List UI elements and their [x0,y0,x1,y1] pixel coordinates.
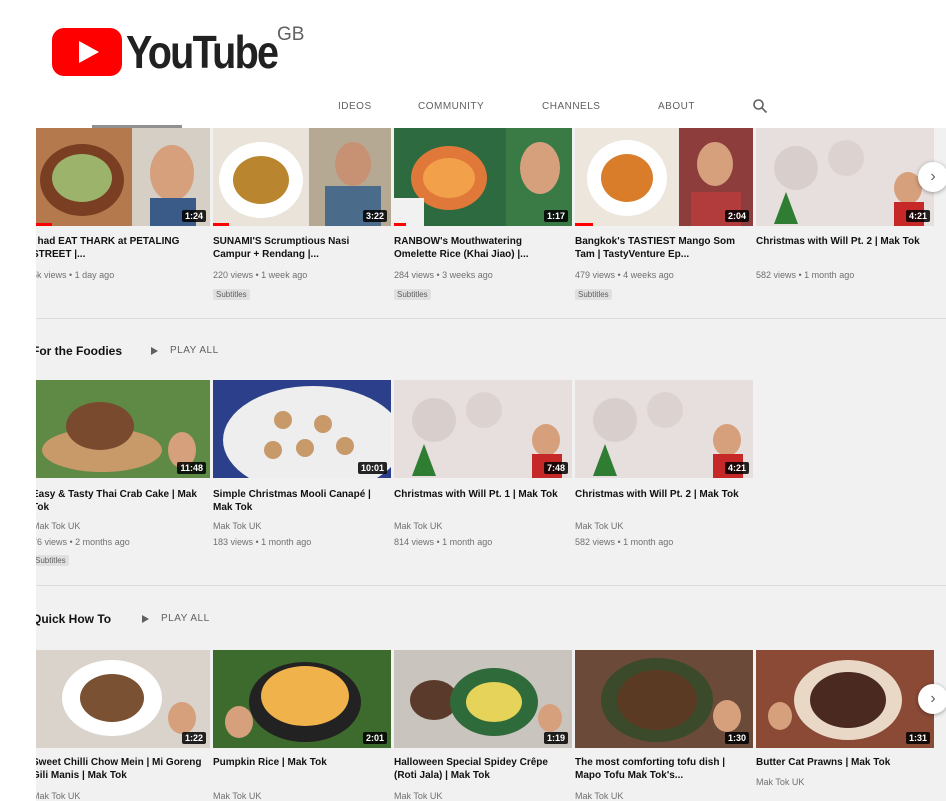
video-channel: Mak Tok UK [575,791,624,801]
video-channel: Mak Tok UK [213,521,262,531]
video-title[interactable]: Butter Cat Prawns | Mak Tok [756,756,928,769]
video-duration: 1:17 [543,210,568,222]
watch-progress-bar [394,223,406,226]
shelf-title[interactable]: For the Foodies [36,344,122,358]
video-title[interactable]: Sweet Chilli Chow Mein | Mi Goreng Gili … [36,756,204,782]
video-title[interactable]: Pumpkin Rice | Mak Tok [213,756,385,769]
video-thumbnail[interactable]: 2:04 [575,128,753,226]
chevron-right-icon: › [930,690,936,707]
video-channel: Mak Tok UK [213,791,262,801]
youtube-channel-page: YouTube GB IDEOS COMMUNITY CHANNELS ABOU… [0,0,946,801]
video-channel: Mak Tok UK [36,521,81,531]
chevron-right-icon: › [930,168,936,185]
video-thumbnail[interactable]: 7:48 [394,380,572,478]
video-meta: 479 views • 4 weeks ago [575,270,674,280]
shelf-title[interactable]: Quick How To [36,612,111,626]
video-title[interactable]: Simple Christmas Mooli Canapé | Mak Tok [213,488,385,514]
video-thumbnail[interactable]: 1:31 [756,650,934,748]
play-all-button[interactable]: PLAY ALL [142,613,210,624]
video-thumbnail[interactable]: 4:21 [575,380,753,478]
video-channel: Mak Tok UK [756,777,805,787]
search-icon[interactable] [752,98,768,114]
video-duration: 1:30 [724,732,749,744]
video-channel: Mak Tok UK [394,521,443,531]
video-thumbnail[interactable]: 3:22 [213,128,391,226]
video-title[interactable]: Christmas with Will Pt. 1 | Mak Tok [394,488,566,501]
country-code: GB [277,24,305,45]
watch-progress-bar [36,223,52,226]
play-icon [142,614,149,623]
video-duration: 2:01 [362,732,387,744]
video-thumbnail[interactable]: 1:17 [394,128,572,226]
video-title[interactable]: Bangkok's TASTIEST Mango Som Tam | Tasty… [575,235,747,261]
video-title[interactable]: SUNAMI'S Scrumptious Nasi Campur + Renda… [213,235,385,261]
watch-progress-bar [213,223,229,226]
video-duration: 3:22 [362,210,387,222]
video-duration: 1:24 [181,210,206,222]
play-icon [151,346,158,355]
video-thumbnail[interactable]: 4:21 [756,128,934,226]
video-meta: 582 views • 1 month ago [756,270,855,280]
tab-channels[interactable]: CHANNELS [542,101,600,112]
video-title[interactable]: Christmas with Will Pt. 2 | Mak Tok [575,488,747,501]
video-title[interactable]: Christmas with Will Pt. 2 | Mak Tok [756,235,928,248]
video-duration: 2:04 [724,210,749,222]
play-all-button[interactable]: PLAY ALL [151,345,219,356]
video-meta: 5k views • 1 day ago [36,270,115,280]
channel-content: IDEOS COMMUNITY CHANNELS ABOUT 1:24 I ha… [36,88,946,801]
video-duration: 1:31 [905,732,930,744]
video-meta: 76 views • 2 months ago [36,537,130,547]
watch-progress-bar [575,223,593,226]
subtitles-badge: Subtitles [36,555,69,566]
video-meta: 582 views • 1 month ago [575,537,674,547]
video-duration: 11:48 [177,462,206,474]
video-thumbnail[interactable]: 1:22 [36,650,210,748]
video-meta: 220 views • 1 week ago [213,270,308,280]
video-channel: Mak Tok UK [36,791,81,801]
subtitles-badge: Subtitles [575,289,612,300]
video-thumbnail[interactable]: 1:19 [394,650,572,748]
video-thumbnail[interactable]: 11:48 [36,380,210,478]
play-all-label: PLAY ALL [170,345,219,356]
video-title[interactable]: The most comforting tofu dish | Mapo Tof… [575,756,747,782]
shelf-divider [36,585,946,586]
subtitles-badge: Subtitles [213,289,250,300]
video-meta: 284 views • 3 weeks ago [394,270,493,280]
tab-videos[interactable]: IDEOS [338,101,372,112]
video-thumbnail[interactable]: 2:01 [213,650,391,748]
video-thumbnail[interactable]: 1:30 [575,650,753,748]
video-thumbnail[interactable]: 1:24 [36,128,210,226]
video-title[interactable]: Easy & Tasty Thai Crab Cake | Mak Tok [36,488,204,514]
video-title[interactable]: I had EAT THARK at PETALING STREET |... [36,235,204,261]
video-channel: Mak Tok UK [575,521,624,531]
youtube-logo[interactable]: YouTube GB [52,22,305,82]
video-meta: 814 views • 1 month ago [394,537,493,547]
video-thumbnail[interactable]: 10:01 [213,380,391,478]
video-title[interactable]: Halloween Special Spidey Crêpe (Roti Jal… [394,756,566,782]
shelf-next-button[interactable]: › [918,684,946,714]
video-title[interactable]: RANBOW's Mouthwatering Omelette Rice (Kh… [394,235,566,261]
shelf-next-button[interactable]: › [918,162,946,192]
subtitles-badge: Subtitles [394,289,431,300]
tab-about[interactable]: ABOUT [658,101,695,112]
channel-tabs: IDEOS COMMUNITY CHANNELS ABOUT [36,88,946,128]
video-duration: 4:21 [905,210,930,222]
tab-community[interactable]: COMMUNITY [418,101,484,112]
video-duration: 1:22 [181,732,206,744]
youtube-play-logo-icon [52,28,122,76]
video-channel: Mak Tok UK [394,791,443,801]
video-duration: 10:01 [357,462,387,474]
shelf-divider [36,318,946,319]
video-duration: 1:19 [543,732,568,744]
youtube-wordmark: YouTube [126,26,279,78]
video-duration: 4:21 [724,462,749,474]
video-meta: 183 views • 1 month ago [213,537,312,547]
video-duration: 7:48 [543,462,568,474]
play-all-label: PLAY ALL [161,613,210,624]
